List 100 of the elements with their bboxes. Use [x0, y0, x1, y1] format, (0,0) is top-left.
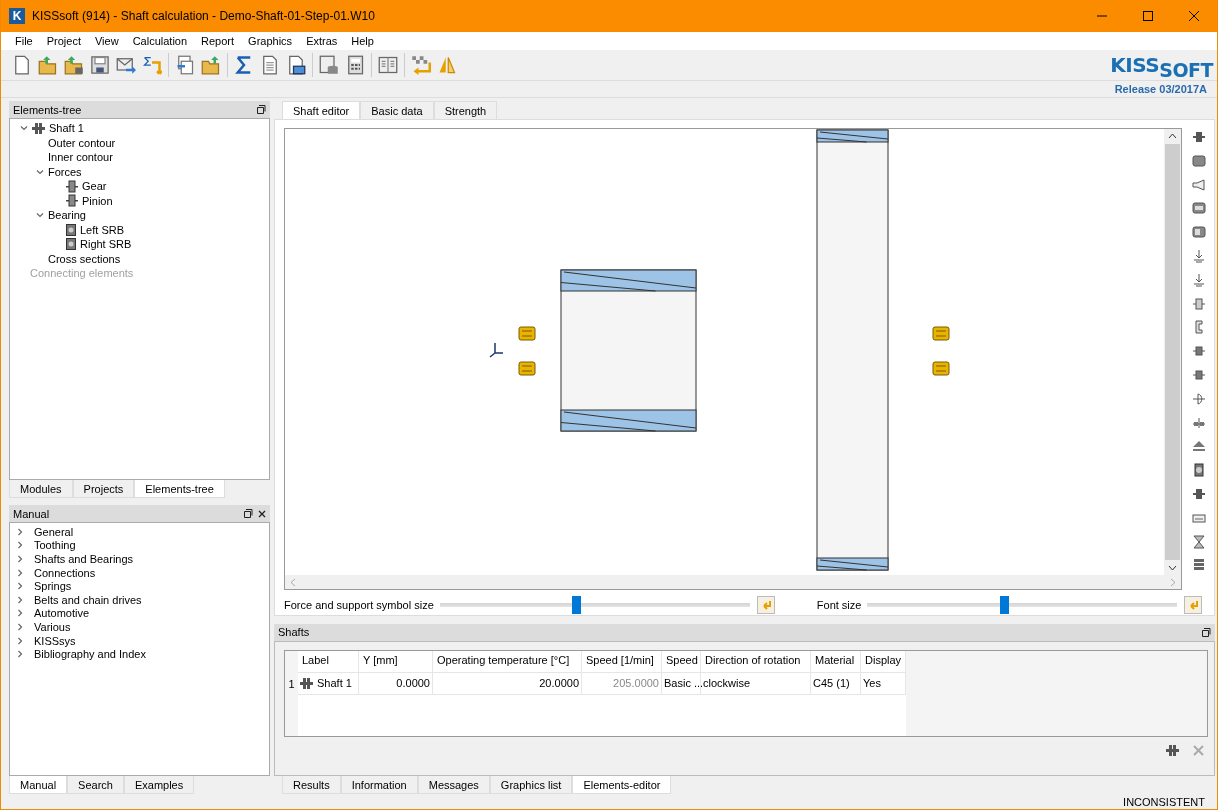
tree-item[interactable]: Right SRB [80, 238, 132, 251]
recess-tool-icon[interactable] [1192, 225, 1206, 240]
window-title: KISSsoft (914) - Shaft calculation - Demo-Shaft-01-Step-01.W10 [32, 9, 376, 23]
tree-item[interactable]: Forces [48, 165, 82, 178]
tab[interactable]: Elements-editor [572, 776, 672, 794]
tree-item[interactable]: Gear [82, 180, 107, 193]
expanded-chevron-icon[interactable] [20, 124, 28, 133]
tab[interactable]: Graphics list [489, 776, 573, 794]
support-arrow-tool-icon[interactable] [1192, 249, 1206, 263]
table-cell: 0.0000 [396, 677, 430, 690]
manual-item[interactable]: Shafts and Bearings [34, 553, 134, 565]
menu-item[interactable]: Help [343, 35, 380, 47]
shaft-tool-icon[interactable] [1192, 486, 1206, 501]
menu-item[interactable]: Report [193, 35, 241, 47]
manual-item[interactable]: Belts and chain drives [34, 593, 142, 606]
column-header[interactable]: Direction of rotation [701, 650, 811, 673]
tab[interactable]: Search [67, 776, 124, 794]
hatched-tool-icon[interactable] [1192, 367, 1206, 382]
slider-thumb[interactable] [572, 596, 582, 614]
slider-label: Font size [816, 599, 862, 611]
force-tool-icon[interactable] [1192, 296, 1206, 311]
menu-item[interactable]: View [87, 35, 125, 47]
manual-item[interactable]: Connections [34, 566, 96, 579]
menu-item[interactable]: Calculation [124, 35, 194, 47]
tree-item[interactable]: Left SRB [80, 223, 125, 236]
bearing-symbol [932, 361, 950, 376]
tab[interactable]: Examples [123, 776, 195, 794]
stack-tool-icon[interactable] [1192, 558, 1206, 573]
close-icon[interactable] [258, 509, 266, 518]
expanded-chevron-icon[interactable] [36, 211, 44, 220]
tree-item[interactable]: Inner contour [48, 151, 113, 164]
release-label: Release 03/2017A [1114, 83, 1207, 95]
column-header[interactable]: Speed [1/min] [582, 650, 662, 673]
manual-item[interactable]: Bibliography and Index [34, 648, 146, 661]
cylinder-tool-icon[interactable] [1192, 153, 1206, 168]
hollow-cylinder-tool-icon[interactable] [1192, 201, 1206, 216]
tree-item[interactable]: Outer contour [48, 136, 116, 149]
tab[interactable]: Projects [72, 480, 135, 498]
slider-label: Force and support symbol size [284, 599, 434, 611]
cone-tool-icon[interactable] [1192, 177, 1206, 192]
support-arrow-tool-icon[interactable] [1192, 272, 1206, 287]
column-header[interactable]: Operating temperature [°C] [433, 650, 582, 673]
table-cell: clockwise [703, 677, 751, 690]
manual-item[interactable]: KISSsys [34, 634, 76, 647]
bearing-tool-icon[interactable] [1192, 463, 1206, 478]
menu-item[interactable]: Graphics [240, 35, 299, 47]
shaft-icon [32, 122, 45, 134]
shaft-icon [300, 677, 313, 689]
tab[interactable]: Strength [433, 101, 498, 119]
table-cell: Yes [863, 677, 881, 690]
expanded-chevron-icon[interactable] [36, 167, 44, 176]
hatched-tool-icon[interactable] [1192, 344, 1206, 359]
row-number: 1 [287, 676, 296, 692]
coordinate-axes-icon [489, 342, 504, 358]
table-cell: C45 (1) [813, 677, 850, 690]
manual-item[interactable]: General [34, 525, 74, 538]
tab[interactable]: Information [340, 776, 418, 794]
restore-panel-icon[interactable] [257, 105, 266, 114]
menu-item[interactable]: Extras [298, 35, 344, 47]
tab[interactable]: Manual [9, 776, 68, 794]
force-element-icon [66, 179, 78, 193]
shaft-tool-icon[interactable] [1192, 130, 1206, 144]
brand-logo: KISSSOFT [1110, 55, 1213, 75]
tree-item[interactable]: Bearing [48, 209, 86, 222]
maximize-icon[interactable] [1143, 11, 1153, 21]
restore-panel-icon[interactable] [244, 509, 253, 518]
close-icon[interactable] [1189, 11, 1199, 21]
manual-item[interactable]: Various [34, 620, 71, 633]
tree-item[interactable]: Pinion [82, 194, 113, 207]
tab[interactable]: Results [282, 776, 341, 794]
column-header[interactable]: Display [861, 650, 906, 673]
hourglass-tool-icon[interactable] [1192, 534, 1206, 549]
panel-title: Elements-tree [13, 103, 83, 116]
eject-tool-icon[interactable] [1192, 439, 1206, 454]
slider-thumb[interactable] [999, 596, 1009, 614]
column-header[interactable]: Y [mm] [359, 650, 433, 673]
manual-item[interactable]: Toothing [34, 539, 76, 552]
tree-item[interactable]: Cross sections [48, 252, 121, 265]
restore-panel-icon[interactable] [1202, 627, 1211, 637]
tab[interactable]: Shaft editor [282, 101, 361, 119]
bracket-tool-icon[interactable] [1192, 320, 1206, 335]
manual-item[interactable]: Automotive [34, 607, 90, 620]
tab[interactable]: Elements-tree [134, 480, 225, 498]
column-header[interactable]: Label [298, 650, 359, 673]
tab[interactable]: Modules [9, 480, 73, 498]
bearing-icon [66, 223, 76, 236]
menu-item[interactable]: Project [38, 35, 87, 47]
bearing-symbol [518, 361, 536, 376]
column-header[interactable]: Material [811, 650, 861, 673]
panel-title: Shafts [278, 626, 311, 639]
disc-tool-icon[interactable] [1192, 391, 1206, 406]
tab[interactable]: Basic data [360, 101, 434, 119]
vertical-scrollbar[interactable] [1164, 129, 1181, 575]
coupling-tool-icon[interactable] [1192, 415, 1206, 430]
column-header[interactable]: Speed [662, 650, 701, 673]
manual-item[interactable]: Springs [34, 580, 72, 593]
menu-item[interactable]: File [7, 35, 39, 47]
shaft-icon[interactable] [1166, 744, 1179, 756]
tab[interactable]: Messages [417, 776, 490, 794]
tree-item[interactable]: Shaft 1 [49, 122, 84, 135]
